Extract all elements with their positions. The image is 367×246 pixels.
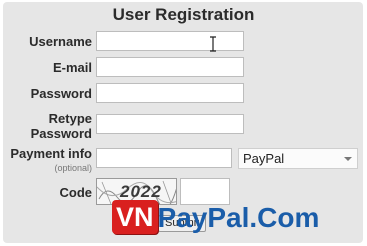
username-label: Username	[29, 34, 92, 49]
watermark-paypal-com: PayPal.Com	[157, 202, 320, 233]
payment-info-label: Payment info	[10, 146, 92, 161]
retype-password-input[interactable]	[96, 114, 244, 134]
vnpaypal-watermark: VN PayPal.Com	[112, 200, 319, 236]
payment-method-select[interactable]: PayPal	[238, 148, 358, 169]
watermark-vn: VN	[112, 200, 158, 234]
password-label: Password	[30, 86, 92, 101]
payment-info-input[interactable]	[96, 148, 232, 168]
payment-method-value: PayPal	[243, 151, 285, 166]
retype-password-label: Retype Password	[6, 111, 92, 141]
email-input[interactable]	[96, 57, 244, 77]
payment-optional-note: (optional)	[54, 163, 92, 173]
code-label: Code	[59, 185, 93, 200]
retype-label-line2: Password	[30, 126, 92, 141]
form-title: User Registration	[112, 5, 255, 24]
email-label: E-mail	[52, 60, 92, 75]
username-input[interactable]	[96, 31, 244, 51]
chevron-down-icon	[344, 157, 352, 161]
captcha-text: 2022	[120, 182, 162, 201]
password-input[interactable]	[96, 83, 244, 103]
retype-label-line1: Retype	[48, 111, 92, 126]
text-cursor-icon	[210, 36, 216, 52]
